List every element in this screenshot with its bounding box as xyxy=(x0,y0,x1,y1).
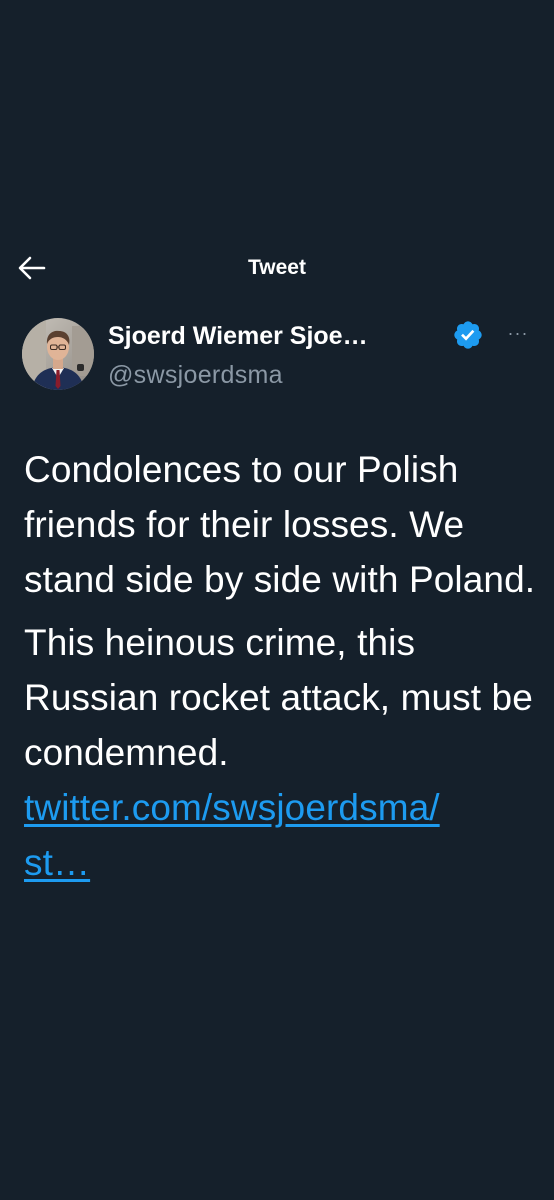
tweet-paragraph-2: This heinous crime, this Russian rocket … xyxy=(24,615,544,890)
more-options-icon[interactable]: ··· xyxy=(500,320,536,346)
author-handle[interactable]: @swsjoerdsma xyxy=(108,360,283,390)
tweet-link-line-2[interactable]: st… xyxy=(24,842,90,883)
tweet-text: Condolences to our Polish friends for th… xyxy=(24,442,544,890)
page-title: Tweet xyxy=(248,256,306,279)
top-bar: Tweet xyxy=(0,240,554,296)
tweet-paragraph-2-text: This heinous crime, this Russian rocket … xyxy=(24,622,533,773)
tweet-author: Sjoerd Wiemer Sjoe… ··· @swsjoerdsma xyxy=(22,316,542,396)
tweet-link[interactable]: twitter.com/swsjoerdsma/st… xyxy=(24,787,440,883)
tweet-link-line-1[interactable]: twitter.com/swsjoerdsma/ xyxy=(24,787,440,828)
tweet-paragraph-1: Condolences to our Polish friends for th… xyxy=(24,449,536,600)
author-display-name[interactable]: Sjoerd Wiemer Sjoe… xyxy=(108,321,368,351)
avatar[interactable] xyxy=(22,318,94,390)
verified-badge-icon xyxy=(454,321,482,349)
